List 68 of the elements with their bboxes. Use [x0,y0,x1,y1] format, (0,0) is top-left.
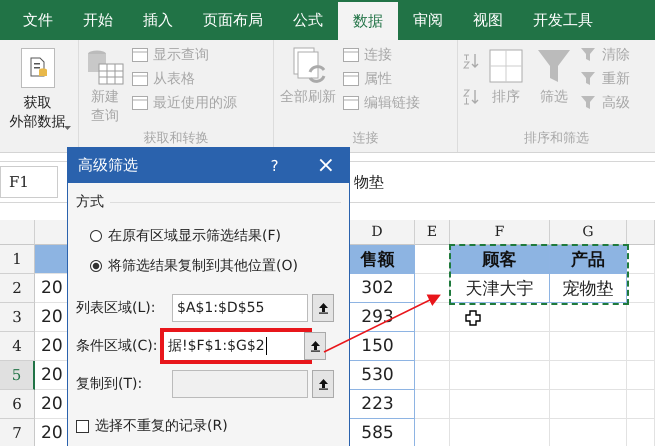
table-cell [627,274,655,303]
group-label: 获取和转换 [142,130,210,148]
command-icon [131,94,149,112]
get-external-data-button[interactable]: 获取 外部数据 [8,46,68,132]
help-button[interactable]: ? [270,156,279,174]
table-cell: 顾客 [450,245,550,274]
ribbon-tab[interactable]: 页面布局 [188,0,278,40]
ribbon-tab[interactable]: 开发工具 [518,0,608,40]
name-box[interactable]: F1 [0,166,58,198]
table-cell [627,332,655,361]
collapse-button[interactable] [312,370,334,398]
column-header[interactable]: G [550,220,627,245]
dialog-title: 高级筛选 [78,156,139,175]
ribbon-tab[interactable]: 文件 [8,0,68,40]
upload-arrow-icon [318,378,328,390]
command-icon [131,46,149,64]
radio-label[interactable]: 在原有区域显示筛选结果(F) [108,227,281,245]
ribbon-tab[interactable]: 公式 [278,0,338,40]
field-label: 复制到(T): [76,375,144,393]
upload-arrow-icon [318,302,328,314]
column-header[interactable]: E [415,220,450,245]
row-header[interactable]: 5 [0,361,35,390]
ribbon-tab[interactable]: 数据 [338,2,398,40]
table-cell [627,361,655,390]
row-header[interactable]: 6 [0,390,35,419]
command-icon [342,94,360,112]
document-database-icon [20,48,54,88]
ribbon-tab[interactable]: 视图 [458,0,518,40]
command-icon [131,70,149,88]
command-icon [342,70,360,88]
checkbox[interactable] [76,420,89,432]
section-label: 方式 [76,193,104,211]
group-label: 连接 [352,130,380,148]
table-cell [415,361,450,390]
table-cell [627,390,655,419]
ribbon-tab[interactable]: 审阅 [398,0,458,40]
table-cell: 天津大宇 [450,274,550,303]
command-icon [580,70,598,88]
close-button[interactable]: × [316,153,335,178]
row-header[interactable]: 1 [0,245,35,274]
table-cell [415,390,450,419]
row-header[interactable]: 3 [0,303,35,332]
input-field[interactable]: $A$1:$D$55 [172,294,308,322]
ribbon-tab[interactable]: 开始 [68,0,128,40]
table-cell [627,303,655,332]
collapse-button[interactable] [304,332,326,360]
command-icon [342,46,360,64]
collapse-button[interactable] [312,294,334,322]
table-cell: 宠物垫 [550,274,627,303]
ribbon-tab[interactable]: 插入 [128,0,188,40]
table-cell: 产品 [550,245,627,274]
caret-icon [64,126,70,130]
table-cell [415,303,450,332]
formula-field[interactable]: 物垫 [354,172,384,192]
row-header[interactable]: 2 [0,274,35,303]
radio-label[interactable]: 将筛选结果复制到其他位置(O) [108,257,298,275]
command-icon [580,46,598,64]
column-header[interactable]: F [450,220,550,245]
radio-button[interactable] [90,230,102,242]
command-icon [580,94,598,112]
table-cell [415,332,450,361]
radio-button[interactable] [90,260,102,272]
group-label: 排序和筛选 [523,130,590,148]
cross-cursor-icon [465,310,481,326]
upload-arrow-icon [310,340,320,352]
row-header[interactable]: 7 [0,419,35,446]
row-header[interactable]: 4 [0,332,35,361]
table-cell [627,245,655,274]
